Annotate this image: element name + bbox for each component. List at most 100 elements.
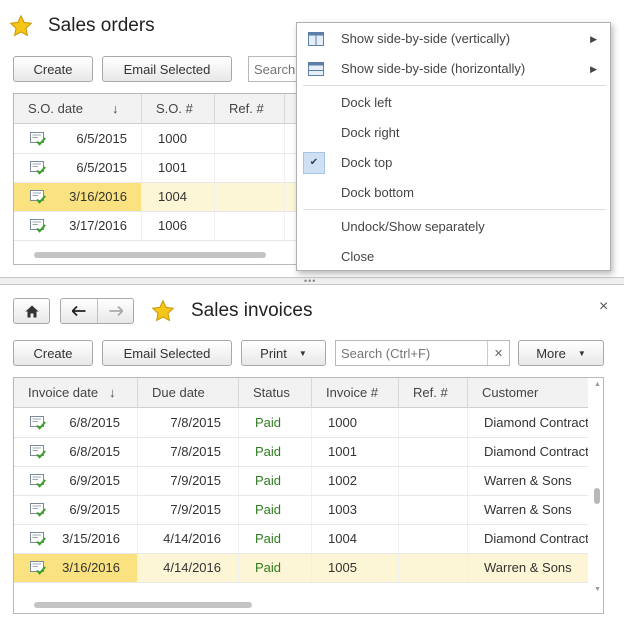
more-label: More	[536, 345, 566, 361]
menu-item-label: Dock top	[341, 155, 393, 170]
close-icon[interactable]: ×	[599, 299, 608, 315]
sales-invoices-panel: Sales invoices × Create Email Selected P…	[0, 284, 624, 628]
invoice-date-cell: 6/9/2015	[14, 496, 138, 524]
sort-arrow-icon: ↓	[112, 101, 119, 116]
clear-search-icon[interactable]: ✕	[487, 341, 509, 365]
table-row[interactable]: 6/8/2015 7/8/2015 Paid 1000 Diamond Contract	[14, 409, 588, 438]
more-dropdown-button[interactable]: More ▼	[518, 340, 604, 366]
so-number-cell: 1004	[142, 183, 215, 211]
column-header-status[interactable]: Status	[239, 378, 312, 408]
sort-arrow-icon: ↓	[109, 385, 116, 400]
forward-button[interactable]	[98, 299, 134, 323]
column-header-customer[interactable]: Customer	[468, 378, 598, 408]
menu-item-show-side-by-side-horizontally[interactable]: Show side-by-side (horizontally) ▶	[297, 54, 610, 84]
table-row[interactable]: 6/5/2015 1001	[14, 154, 312, 183]
due-date-cell: 7/8/2015	[138, 438, 239, 466]
table-row[interactable]: 6/8/2015 7/8/2015 Paid 1001 Diamond Contract	[14, 438, 588, 467]
back-button[interactable]	[61, 299, 98, 323]
menu-item-dock-right[interactable]: Dock right	[297, 118, 610, 148]
menu-item-close[interactable]: Close	[297, 242, 610, 272]
so-number-cell: 1001	[142, 154, 215, 182]
table-row[interactable]: 3/17/2016 1006	[14, 212, 312, 241]
table-row[interactable]: 6/9/2015 7/9/2015 Paid 1003 Warren & Sons	[14, 496, 588, 525]
table-row[interactable]: 6/9/2015 7/9/2015 Paid 1002 Warren & Sons	[14, 467, 588, 496]
so-number-cell: 1000	[142, 125, 215, 153]
favorite-star-icon[interactable]	[151, 299, 175, 323]
table-row[interactable]: 3/16/2016 1004	[14, 183, 312, 212]
horizontal-scrollbar[interactable]	[14, 600, 591, 610]
split-vertical-icon	[308, 32, 324, 46]
column-header-invoice-number[interactable]: Invoice #	[312, 378, 399, 408]
column-header-due-date[interactable]: Due date	[138, 378, 239, 408]
menu-item-dock-left[interactable]: Dock left	[297, 88, 610, 118]
menu-item-label: Undock/Show separately	[341, 219, 485, 234]
horizontal-scrollbar[interactable]	[14, 250, 312, 260]
posted-document-icon	[30, 190, 46, 204]
ref-cell	[399, 409, 468, 437]
posted-document-icon	[30, 532, 46, 546]
scroll-up-icon[interactable]: ▲	[594, 381, 601, 388]
menu-item-dock-bottom[interactable]: Dock bottom	[297, 178, 610, 208]
invoice-number-cell: 1004	[312, 525, 399, 553]
status-cell: Paid	[239, 438, 312, 466]
menu-item-show-side-by-side-vertically[interactable]: Show side-by-side (vertically) ▶	[297, 24, 610, 54]
table-row[interactable]: 6/5/2015 1000	[14, 125, 312, 154]
create-button[interactable]: Create	[13, 56, 93, 82]
sales-invoices-table[interactable]: Invoice date ↓ Due date Status Invoice #…	[13, 377, 604, 614]
page-title: Sales orders	[48, 15, 155, 36]
email-selected-button[interactable]: Email Selected	[102, 56, 232, 82]
due-date-cell: 7/8/2015	[138, 409, 239, 437]
posted-document-icon	[30, 445, 46, 459]
scroll-down-icon[interactable]: ▼	[594, 586, 601, 593]
scrollbar-thumb[interactable]	[594, 488, 600, 504]
favorite-star-icon[interactable]	[9, 14, 33, 38]
status-cell: Paid	[239, 496, 312, 524]
column-header-ref[interactable]: Ref. #	[399, 378, 468, 408]
ref-cell	[399, 438, 468, 466]
invoice-date-value: 6/8/2015	[69, 444, 120, 459]
arrow-right-icon	[109, 306, 123, 316]
table-row[interactable]: 3/15/2016 4/14/2016 Paid 1004 Diamond Contra…	[14, 525, 588, 554]
splitter-grip-icon[interactable]: •••	[304, 277, 316, 286]
ref-cell	[399, 554, 468, 582]
column-header-so-number[interactable]: S.O. #	[142, 94, 215, 124]
invoice-date-cell: 6/9/2015	[14, 467, 138, 495]
so-date-value: 6/5/2015	[76, 131, 127, 146]
column-header-invoice-date[interactable]: Invoice date ↓	[14, 378, 138, 408]
email-selected-button[interactable]: Email Selected	[102, 340, 232, 366]
ref-cell	[215, 154, 285, 182]
menu-separator	[303, 209, 606, 210]
posted-document-icon	[30, 161, 46, 175]
menu-item-label: Dock right	[341, 125, 400, 140]
table-row[interactable]: 3/16/2016 4/14/2016 Paid 1005 Warren & Sons	[14, 554, 588, 583]
so-date-value: 6/5/2015	[76, 160, 127, 175]
column-label: S.O. date	[28, 101, 83, 116]
posted-document-icon	[30, 503, 46, 517]
search-input[interactable]	[336, 341, 486, 365]
so-number-cell: 1006	[142, 212, 215, 240]
column-header-ref[interactable]: Ref. #	[215, 94, 285, 124]
vertical-scrollbar[interactable]: ▲ ▼	[591, 378, 603, 599]
column-header-so-date[interactable]: S.O. date ↓	[14, 94, 142, 124]
print-dropdown-button[interactable]: Print ▼	[241, 340, 326, 366]
so-date-cell: 6/5/2015	[14, 154, 142, 182]
menu-item-dock-top[interactable]: ✔ Dock top	[297, 148, 610, 178]
invoice-date-cell: 3/15/2016	[14, 525, 138, 553]
home-button[interactable]	[13, 298, 50, 324]
status-cell: Paid	[239, 409, 312, 437]
invoice-date-value: 3/15/2016	[62, 531, 120, 546]
invoice-number-cell: 1001	[312, 438, 399, 466]
invoice-date-cell: 6/8/2015	[14, 409, 138, 437]
sales-orders-table[interactable]: S.O. date ↓ S.O. # Ref. # 6/5/2015 1000 6/…	[13, 93, 313, 265]
search-field[interactable]: ✕	[335, 340, 510, 366]
ref-cell	[215, 183, 285, 211]
create-button[interactable]: Create	[13, 340, 93, 366]
posted-document-icon	[30, 219, 46, 233]
menu-item-undock-show-separately[interactable]: Undock/Show separately	[297, 212, 610, 242]
menu-item-label: Dock left	[341, 95, 392, 110]
invoice-number-cell: 1003	[312, 496, 399, 524]
column-label: Invoice date	[28, 385, 99, 400]
scrollbar-thumb[interactable]	[34, 602, 252, 608]
customer-cell: Warren & Sons	[484, 502, 572, 517]
scrollbar-thumb[interactable]	[34, 252, 266, 258]
